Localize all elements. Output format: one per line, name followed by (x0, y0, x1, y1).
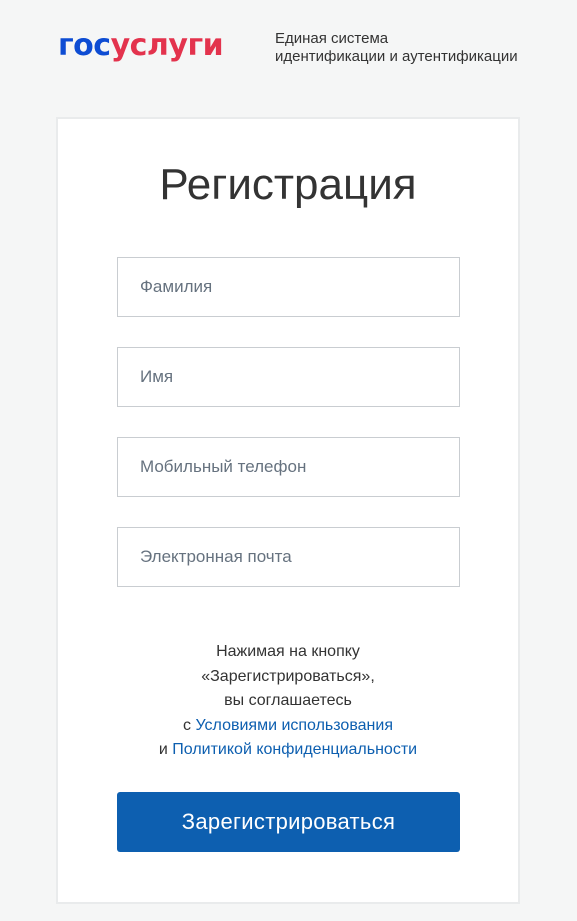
consent-text: Нажимая на кнопку «Зарегистрироваться», … (58, 640, 518, 763)
terms-prefix: с (183, 716, 196, 734)
tagline-line-2: идентификации и аутентификации (275, 48, 518, 65)
logo-part-gos: гос (58, 28, 111, 63)
register-button[interactable]: Зарегистрироваться (117, 792, 460, 852)
privacy-prefix: и (158, 741, 173, 758)
consent-line-2: «Зарегистрироваться», (201, 667, 375, 685)
consent-line-privacy: и Политикой конфиденциальности (58, 738, 518, 763)
privacy-policy-link[interactable]: Политикой конфиденциальности (172, 741, 417, 758)
phone-field[interactable] (117, 437, 460, 497)
consent-line-terms: с Условиями использования (58, 714, 518, 739)
tagline-line-1: Единая система (275, 30, 389, 47)
first-name-field[interactable] (117, 347, 460, 407)
terms-of-use-link[interactable]: Условиями использования (195, 717, 393, 734)
consent-line-3: вы соглашаетесь (224, 692, 352, 709)
consent-line-1: Нажимая на кнопку (216, 643, 360, 660)
last-name-field[interactable] (117, 257, 460, 317)
registration-card: Регистрация Нажимая на кнопку «Зарегистр… (56, 117, 520, 904)
gosuslugi-logo[interactable]: госуслуги (58, 28, 224, 72)
email-field[interactable] (117, 527, 460, 587)
system-tagline: Единая система идентификации и аутентифи… (275, 30, 518, 66)
page-header: госуслуги Единая система идентификации и… (58, 28, 538, 72)
page-title: Регистрация (159, 160, 417, 209)
logo-part-uslugi: услуги (110, 28, 224, 63)
